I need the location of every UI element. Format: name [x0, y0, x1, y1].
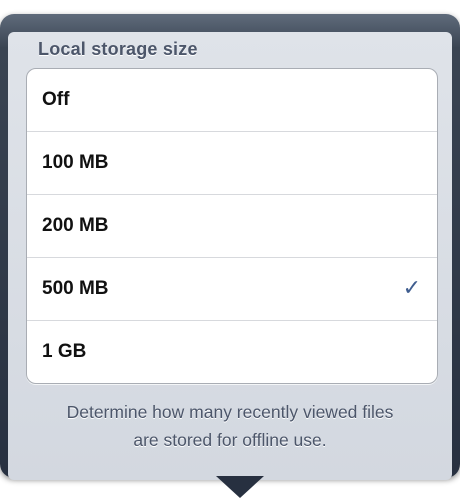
footer-line-1: Determine how many recently viewed files	[66, 402, 394, 422]
option-label: 200 MB	[42, 215, 109, 236]
storage-size-options-list: Off 100 MB 200 MB 500 MB ✓ 1 GB	[26, 68, 438, 384]
option-label: 1 GB	[42, 341, 87, 362]
option-label: 500 MB	[42, 278, 109, 299]
option-label: Off	[42, 89, 70, 110]
section-title: Local storage size	[38, 39, 198, 59]
option-200mb[interactable]: 200 MB	[27, 195, 437, 258]
option-500mb[interactable]: 500 MB ✓	[27, 258, 437, 321]
option-off[interactable]: Off	[27, 69, 437, 132]
storage-size-popover: Local storage size Off 100 MB 200 MB 500…	[0, 14, 460, 480]
footer-description: Determine how many recently viewed files…	[8, 398, 452, 454]
option-100mb[interactable]: 100 MB	[27, 132, 437, 195]
popover-arrow	[216, 476, 264, 498]
popover-content: Local storage size Off 100 MB 200 MB 500…	[8, 32, 452, 480]
option-label: 100 MB	[42, 152, 109, 173]
checkmark-icon: ✓	[402, 276, 421, 301]
option-1gb[interactable]: 1 GB	[27, 321, 437, 383]
footer-line-2: are stored for offline use.	[133, 430, 327, 450]
